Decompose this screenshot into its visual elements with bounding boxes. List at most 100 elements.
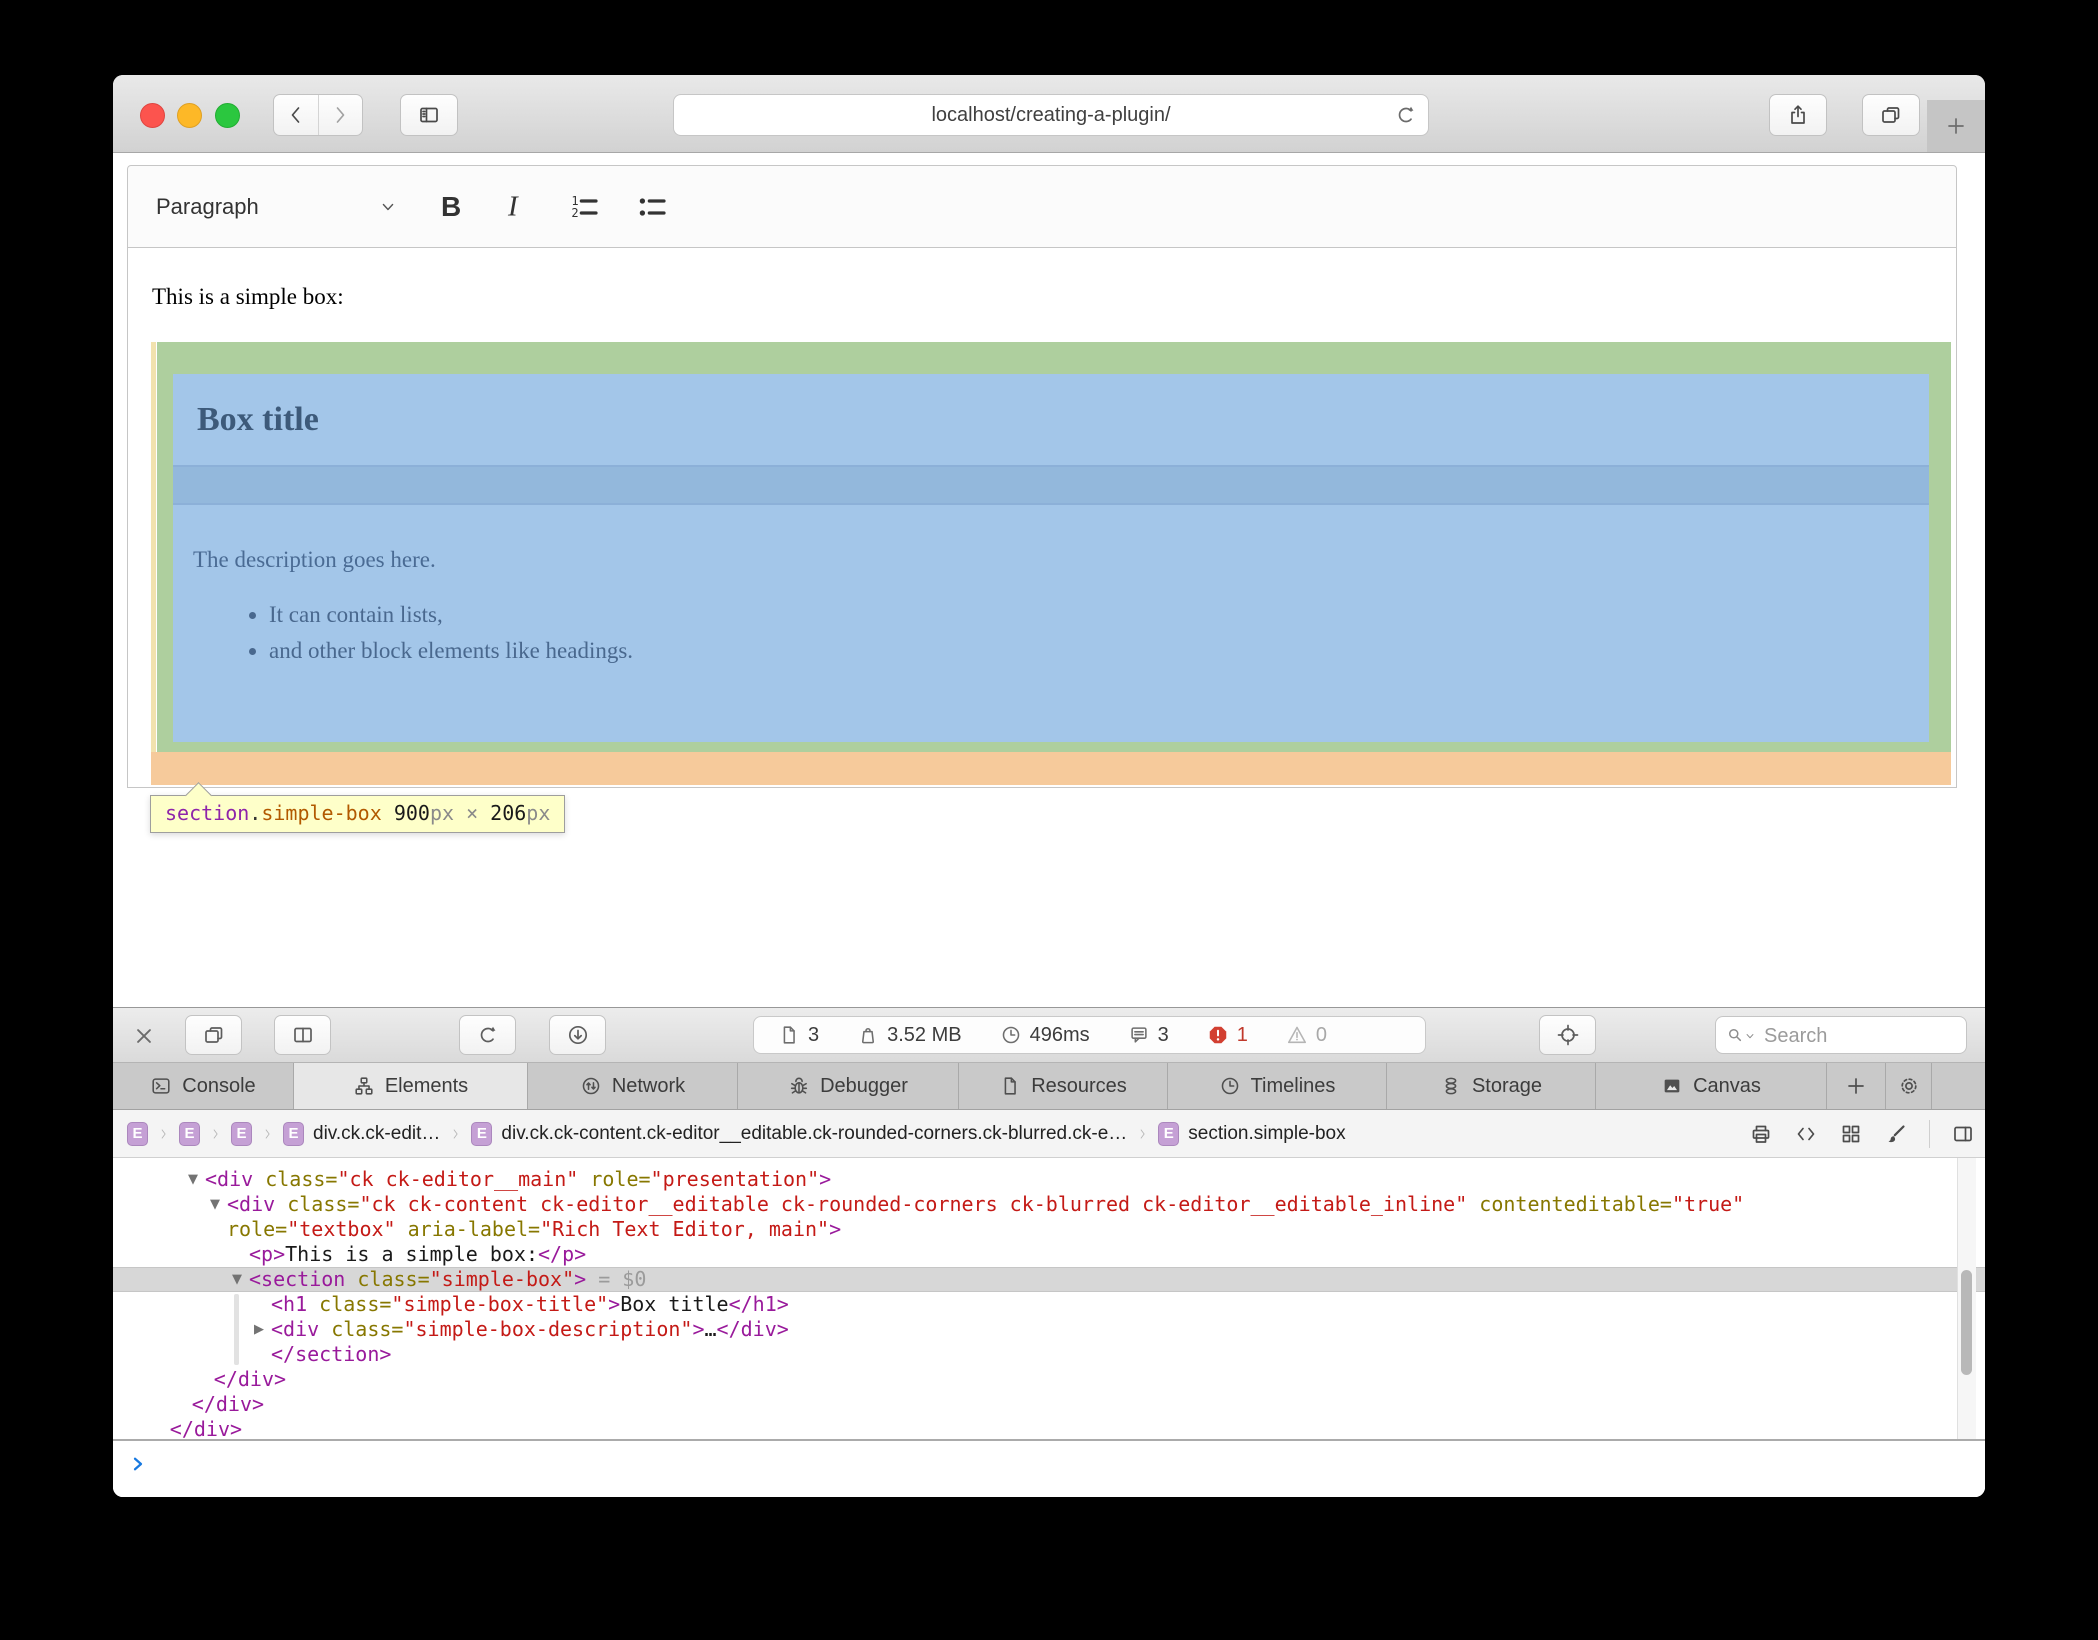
tab-label: Console xyxy=(182,1075,255,1098)
bulleted-list-button[interactable] xyxy=(636,191,668,223)
download-icon xyxy=(566,1023,590,1047)
sidebar-icon xyxy=(417,103,441,127)
reload-icon[interactable] xyxy=(1394,103,1418,127)
editor-toolbar: Paragraph B I 12 xyxy=(127,165,1957,248)
console-prompt[interactable] xyxy=(113,1441,1985,1497)
breadcrumb-label: section.simple-box xyxy=(1188,1123,1345,1145)
stat-value: 496ms xyxy=(1030,1024,1090,1047)
dom-tree-row[interactable]: </div> xyxy=(113,1367,1985,1392)
history-nav-group xyxy=(273,94,363,136)
dom-tree-row[interactable]: ▶<div class="simple-box-description">…</… xyxy=(113,1317,1985,1342)
dom-tree-row[interactable]: ▼<section class="simple-box"> = $0 xyxy=(113,1267,1985,1292)
dom-token: "textbox" xyxy=(287,1217,395,1241)
stat-value: 3.52 MB xyxy=(887,1024,961,1047)
dom-scrollbar-thumb[interactable] xyxy=(1961,1270,1972,1375)
tab-timelines[interactable]: Timelines xyxy=(1168,1063,1387,1109)
show-source-button[interactable] xyxy=(1794,1122,1818,1146)
breadcrumb-chevron-icon xyxy=(209,1124,222,1144)
inspect-tooltip: section.simple-box 900px × 206px xyxy=(150,795,565,833)
breadcrumb-item[interactable]: Ediv.ck.ck-content.ck-editor__editable.c… xyxy=(471,1122,1127,1146)
dom-token: > xyxy=(608,1292,620,1316)
indent-guide xyxy=(234,1294,239,1365)
sidebar-button[interactable] xyxy=(400,94,458,136)
box-title: Box title xyxy=(173,401,319,439)
stat-clock: 496ms xyxy=(1000,1024,1090,1047)
element-picker-button[interactable] xyxy=(1539,1015,1596,1055)
intro-paragraph: This is a simple box: xyxy=(128,248,1956,310)
dom-token: "ck ck-content ck-editor__editable ck-ro… xyxy=(359,1192,1467,1216)
tab-overview-button[interactable] xyxy=(1862,94,1920,136)
share-button[interactable] xyxy=(1769,94,1827,136)
numbered-list-button[interactable]: 12 xyxy=(568,191,600,223)
element-badge: E xyxy=(471,1122,492,1146)
print-button[interactable] xyxy=(1749,1122,1773,1146)
breadcrumb-item[interactable]: E xyxy=(179,1122,200,1146)
tabs-overview-icon xyxy=(1879,103,1903,127)
new-tab-button[interactable] xyxy=(1927,100,1985,152)
resources-tab-icon xyxy=(999,1075,1021,1097)
inspector-reload-button[interactable] xyxy=(459,1015,516,1055)
tab-debugger[interactable]: Debugger xyxy=(738,1063,959,1109)
timelines-tab-icon xyxy=(1219,1075,1241,1097)
box-bullet-item: and other block elements like headings. xyxy=(269,633,1929,669)
divider xyxy=(1929,1120,1930,1148)
box-bullet-list: It can contain lists,and other block ele… xyxy=(173,597,1929,669)
dom-tree-row[interactable]: </div> xyxy=(113,1417,1985,1441)
italic-button[interactable]: I xyxy=(508,190,518,223)
dock-side-button[interactable] xyxy=(185,1015,242,1055)
ckeditor: Paragraph B I 12 This is a simple box: xyxy=(127,165,1957,788)
disclosure-open-icon[interactable]: ▼ xyxy=(232,1267,242,1292)
dom-tree-row[interactable]: <p>This is a simple box:</p> xyxy=(113,1242,1985,1267)
breadcrumb-item[interactable]: Esection.simple-box xyxy=(1158,1122,1345,1146)
editor-editable-area[interactable]: This is a simple box: Box title The desc… xyxy=(127,248,1957,788)
tab-storage[interactable]: Storage xyxy=(1387,1063,1596,1109)
disclosure-open-icon[interactable]: ▼ xyxy=(210,1192,220,1217)
tab-resources[interactable]: Resources xyxy=(959,1063,1168,1109)
close-inspector-button[interactable] xyxy=(131,1023,157,1049)
disclosure-open-icon[interactable]: ▼ xyxy=(188,1167,198,1192)
dom-tree-row[interactable]: </div> xyxy=(113,1392,1985,1417)
search-input[interactable] xyxy=(1762,1017,1961,1055)
chevron-down-icon[interactable] xyxy=(378,197,398,217)
dom-tree-row[interactable]: ▼<div class="ck ck-content ck-editor__ed… xyxy=(113,1192,1985,1217)
tab-elements[interactable]: Elements xyxy=(294,1063,528,1109)
back-button[interactable] xyxy=(274,95,318,135)
stat-error-badge[interactable]: 1 xyxy=(1207,1024,1248,1047)
minimize-window-button[interactable] xyxy=(177,103,202,128)
stat-warning-triangle[interactable]: 0 xyxy=(1286,1024,1327,1047)
close-window-button[interactable] xyxy=(140,103,165,128)
bold-button[interactable]: B xyxy=(441,191,461,223)
dom-tree-row[interactable]: <h1 class="simple-box-title">Box title</… xyxy=(113,1292,1985,1317)
tooltip-multiply: × xyxy=(466,801,478,825)
tab-network[interactable]: Network xyxy=(528,1063,738,1109)
details-sidebar-button[interactable] xyxy=(1951,1122,1975,1146)
breadcrumb-items: E E E Ediv.ck.ck-edit… Ediv.ck.ck-content.ck… xyxy=(127,1122,1346,1146)
settings-button[interactable] xyxy=(1886,1063,1932,1109)
breadcrumb-item[interactable]: E xyxy=(127,1122,148,1146)
search-scope-chevron-icon xyxy=(1743,1029,1757,1043)
add-tab-button[interactable] xyxy=(1827,1063,1886,1109)
zoom-window-button[interactable] xyxy=(215,103,240,128)
tab-canvas[interactable]: Canvas xyxy=(1596,1063,1827,1109)
dom-token: This is a simple box: xyxy=(285,1242,538,1266)
breadcrumb-item[interactable]: E xyxy=(231,1122,252,1146)
dom-scrollbar[interactable] xyxy=(1957,1158,1976,1439)
dom-tree-row[interactable]: role="textbox" aria-label="Rich Text Edi… xyxy=(113,1217,1985,1242)
address-bar[interactable]: localhost/creating-a-plugin/ xyxy=(673,94,1429,136)
grid-overlay-button[interactable] xyxy=(1839,1122,1863,1146)
stat-speech-bubble[interactable]: 3 xyxy=(1128,1024,1169,1047)
dom-tree-row[interactable]: ▼<div class="ck ck-editor__main" role="p… xyxy=(113,1167,1985,1192)
paragraph-dropdown[interactable]: Paragraph xyxy=(156,194,259,220)
breadcrumb-actions xyxy=(1749,1110,1975,1157)
dom-tree-row[interactable]: </section> xyxy=(113,1342,1985,1367)
plus-icon xyxy=(1844,1074,1868,1098)
download-page-button[interactable] xyxy=(549,1015,606,1055)
split-console-button[interactable] xyxy=(274,1015,331,1055)
forward-button[interactable] xyxy=(318,95,363,135)
canvas-tab-icon xyxy=(1661,1075,1683,1097)
breadcrumb-item[interactable]: Ediv.ck.ck-edit… xyxy=(283,1122,440,1146)
stat-value: 3 xyxy=(1158,1024,1169,1047)
styles-button[interactable] xyxy=(1884,1122,1908,1146)
disclosure-closed-icon[interactable]: ▶ xyxy=(254,1317,264,1342)
tab-console[interactable]: Console xyxy=(113,1063,294,1109)
